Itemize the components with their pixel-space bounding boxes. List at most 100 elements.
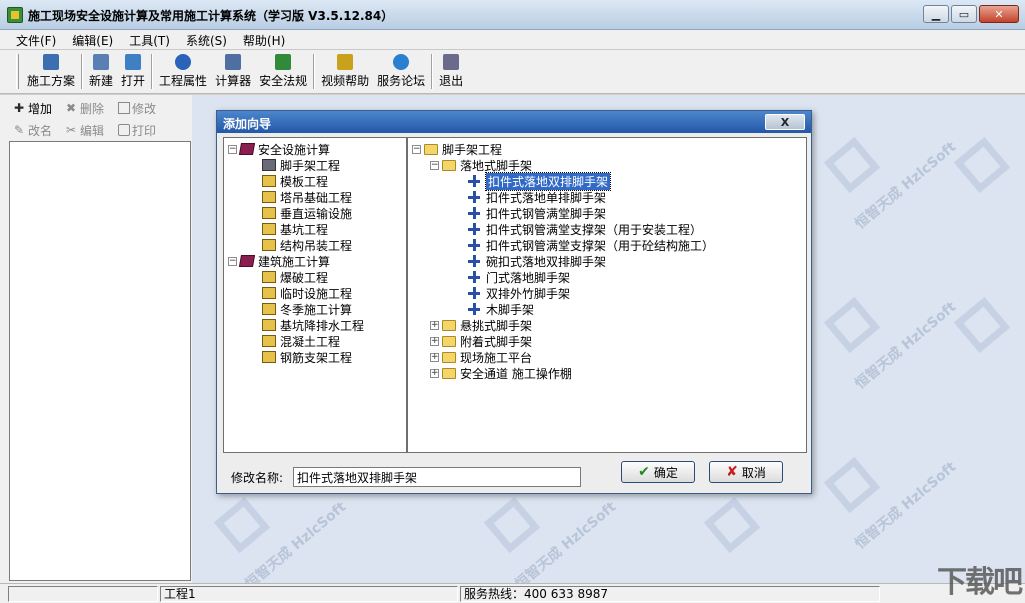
- toolbar-plan-button[interactable]: 施工方案: [23, 50, 79, 93]
- edit-button[interactable]: ✂ 编辑: [66, 122, 104, 139]
- delete-label: 删除: [80, 101, 105, 116]
- tree-node-leaf[interactable]: 扣件式钢管满堂脚手架: [468, 205, 606, 221]
- dialog-close-button[interactable]: X: [765, 114, 805, 130]
- rename-button[interactable]: ✎ 改名: [14, 122, 52, 139]
- rename-label: 改名: [28, 123, 53, 138]
- rename-input[interactable]: [293, 467, 581, 487]
- folder-icon: [442, 159, 456, 171]
- plus-icon: ✚: [14, 101, 25, 115]
- close-button[interactable]: ✕: [979, 5, 1019, 23]
- status-project: 工程1: [160, 586, 458, 602]
- collapse-icon[interactable]: −: [412, 144, 421, 154]
- printer-icon: [118, 124, 131, 136]
- tree-node-label: 模板工程: [280, 174, 329, 189]
- tree-node-scaffold[interactable]: 脚手架工程: [262, 157, 340, 173]
- toolbar-separator: [313, 54, 316, 89]
- print-button[interactable]: 打印: [118, 122, 156, 139]
- tree-node-cantilever-scaffold[interactable]: + 悬挑式脚手架: [430, 317, 532, 333]
- dialog-titlebar[interactable]: 添加向导 X: [217, 111, 811, 133]
- window-titlebar[interactable]: 施工现场安全设施计算及常用施工计算系统（学习版 V3.5.12.84） ▁ ▭ …: [0, 0, 1025, 30]
- tree-node-label: 双排外竹脚手架: [486, 286, 571, 301]
- tree-node-vertical-transport[interactable]: 垂直运输设施: [262, 205, 352, 221]
- tree-node-floor-scaffold[interactable]: − 落地式脚手架: [430, 157, 532, 173]
- document-list-icon: [43, 54, 59, 70]
- help-video-icon: [337, 54, 354, 70]
- tree-node-winter-construction[interactable]: 冬季施工计算: [262, 301, 352, 317]
- left-panel-toolbar-row-2: ✎ 改名 ✂ 编辑 打印: [0, 119, 192, 141]
- watermark-logo: [953, 296, 1011, 354]
- tree-node-crane-foundation[interactable]: 塔吊基础工程: [262, 189, 352, 205]
- toolbar-grip[interactable]: [16, 54, 19, 89]
- menu-edit[interactable]: 编辑(E): [64, 30, 121, 49]
- expand-icon[interactable]: +: [430, 368, 439, 378]
- tree-node-leaf[interactable]: 碗扣式落地双排脚手架: [468, 253, 606, 269]
- tree-node-construction[interactable]: − 建筑施工计算: [228, 253, 330, 269]
- tree-node-attached-scaffold[interactable]: + 附着式脚手架: [430, 333, 532, 349]
- tree-node-leaf[interactable]: 双排外竹脚手架: [468, 285, 570, 301]
- tree-node-leaf[interactable]: 扣件式落地单排脚手架: [468, 189, 606, 205]
- toolbar-properties-button[interactable]: 工程属性: [155, 50, 211, 93]
- expand-icon[interactable]: +: [430, 336, 439, 346]
- ok-button[interactable]: ✔ 确定: [621, 461, 695, 483]
- modify-button[interactable]: 修改: [118, 100, 156, 117]
- toolbar-new-button[interactable]: 新建: [85, 50, 117, 93]
- ledger-icon: [262, 335, 276, 347]
- menu-help[interactable]: 帮助(H): [235, 30, 293, 49]
- blue-plus-icon: [468, 223, 480, 235]
- toolbar-forum-button[interactable]: 服务论坛: [373, 50, 429, 93]
- tree-node-site-platform[interactable]: + 现场施工平台: [430, 349, 532, 365]
- tree-node-blasting[interactable]: 爆破工程: [262, 269, 328, 285]
- tree-node-leaf[interactable]: 门式落地脚手架: [468, 269, 570, 285]
- tree-node-label: 结构吊装工程: [280, 238, 353, 253]
- tree-node-leaf[interactable]: 扣件式钢管满堂支撑架（用于砼结构施工）: [468, 237, 714, 253]
- window-controls: ▁ ▭ ✕: [923, 5, 1019, 23]
- tree-node-selected[interactable]: 扣件式落地双排脚手架: [468, 171, 612, 191]
- tree-node-structural-hoisting[interactable]: 结构吊装工程: [262, 237, 352, 253]
- tree-node-safety[interactable]: − 安全设施计算: [228, 141, 330, 157]
- delete-icon: ✖: [66, 101, 77, 115]
- tree-node-concrete[interactable]: 混凝土工程: [262, 333, 340, 349]
- menu-tools[interactable]: 工具(T): [121, 30, 178, 49]
- expand-icon[interactable]: +: [430, 352, 439, 362]
- tree-node-label: 钢筋支架工程: [280, 350, 353, 365]
- maximize-button[interactable]: ▭: [951, 5, 977, 23]
- toolbar-exit-button[interactable]: 退出: [435, 50, 467, 93]
- forum-globe-icon: [393, 54, 410, 70]
- menu-system[interactable]: 系统(S): [178, 30, 235, 49]
- tree-node-formwork[interactable]: 模板工程: [262, 173, 328, 189]
- delete-button[interactable]: ✖ 删除: [66, 100, 104, 117]
- project-list[interactable]: [9, 141, 191, 581]
- tree-node-label: 扣件式钢管满堂支撑架（用于安装工程）: [486, 222, 703, 237]
- exit-icon: [443, 54, 460, 70]
- blue-plus-icon: [468, 255, 480, 267]
- collapse-icon[interactable]: −: [228, 256, 237, 266]
- cancel-label: 取消: [741, 465, 766, 480]
- menu-file[interactable]: 文件(F): [8, 30, 64, 49]
- tree-node-scaffold-root[interactable]: − 脚手架工程: [412, 141, 502, 157]
- edit-icon: ✂: [66, 123, 77, 137]
- tree-node-leaf[interactable]: 扣件式钢管满堂支撑架（用于安装工程）: [468, 221, 702, 237]
- tree-node-dewatering[interactable]: 基坑降排水工程: [262, 317, 364, 333]
- ledger-icon: [262, 175, 276, 187]
- cancel-button[interactable]: ✘ 取消: [709, 461, 783, 483]
- folder-icon: [442, 335, 456, 347]
- ledger-icon: [262, 223, 276, 235]
- expand-icon[interactable]: +: [430, 320, 439, 330]
- tree-node-safety-passage[interactable]: + 安全通道 施工操作棚: [430, 365, 572, 381]
- collapse-icon[interactable]: −: [228, 144, 237, 154]
- toolbar-open-button[interactable]: 打开: [117, 50, 149, 93]
- tree-node-label: 悬挑式脚手架: [460, 318, 533, 333]
- tree-node-temporary-facilities[interactable]: 临时设施工程: [262, 285, 352, 301]
- tree-node-foundation-pit[interactable]: 基坑工程: [262, 221, 328, 237]
- tree-node-rebar-support[interactable]: 钢筋支架工程: [262, 349, 352, 365]
- tree-node-leaf[interactable]: 木脚手架: [468, 301, 534, 317]
- watermark-logo: [703, 496, 761, 554]
- toolbar-calculator-button[interactable]: 计算器: [211, 50, 255, 93]
- status-bar: 工程1 服务热线：400 633 8987: [0, 583, 1025, 603]
- toolbar-video-help-button[interactable]: 视频帮助: [317, 50, 373, 93]
- add-button[interactable]: ✚ 增加: [14, 100, 52, 117]
- toolbar-regulations-button[interactable]: 安全法规: [255, 50, 311, 93]
- collapse-icon[interactable]: −: [430, 160, 439, 170]
- minimize-button[interactable]: ▁: [923, 5, 949, 23]
- left-panel: ✚ 增加 ✖ 删除 修改 ✎ 改名 ✂ 编辑 打印: [0, 95, 192, 583]
